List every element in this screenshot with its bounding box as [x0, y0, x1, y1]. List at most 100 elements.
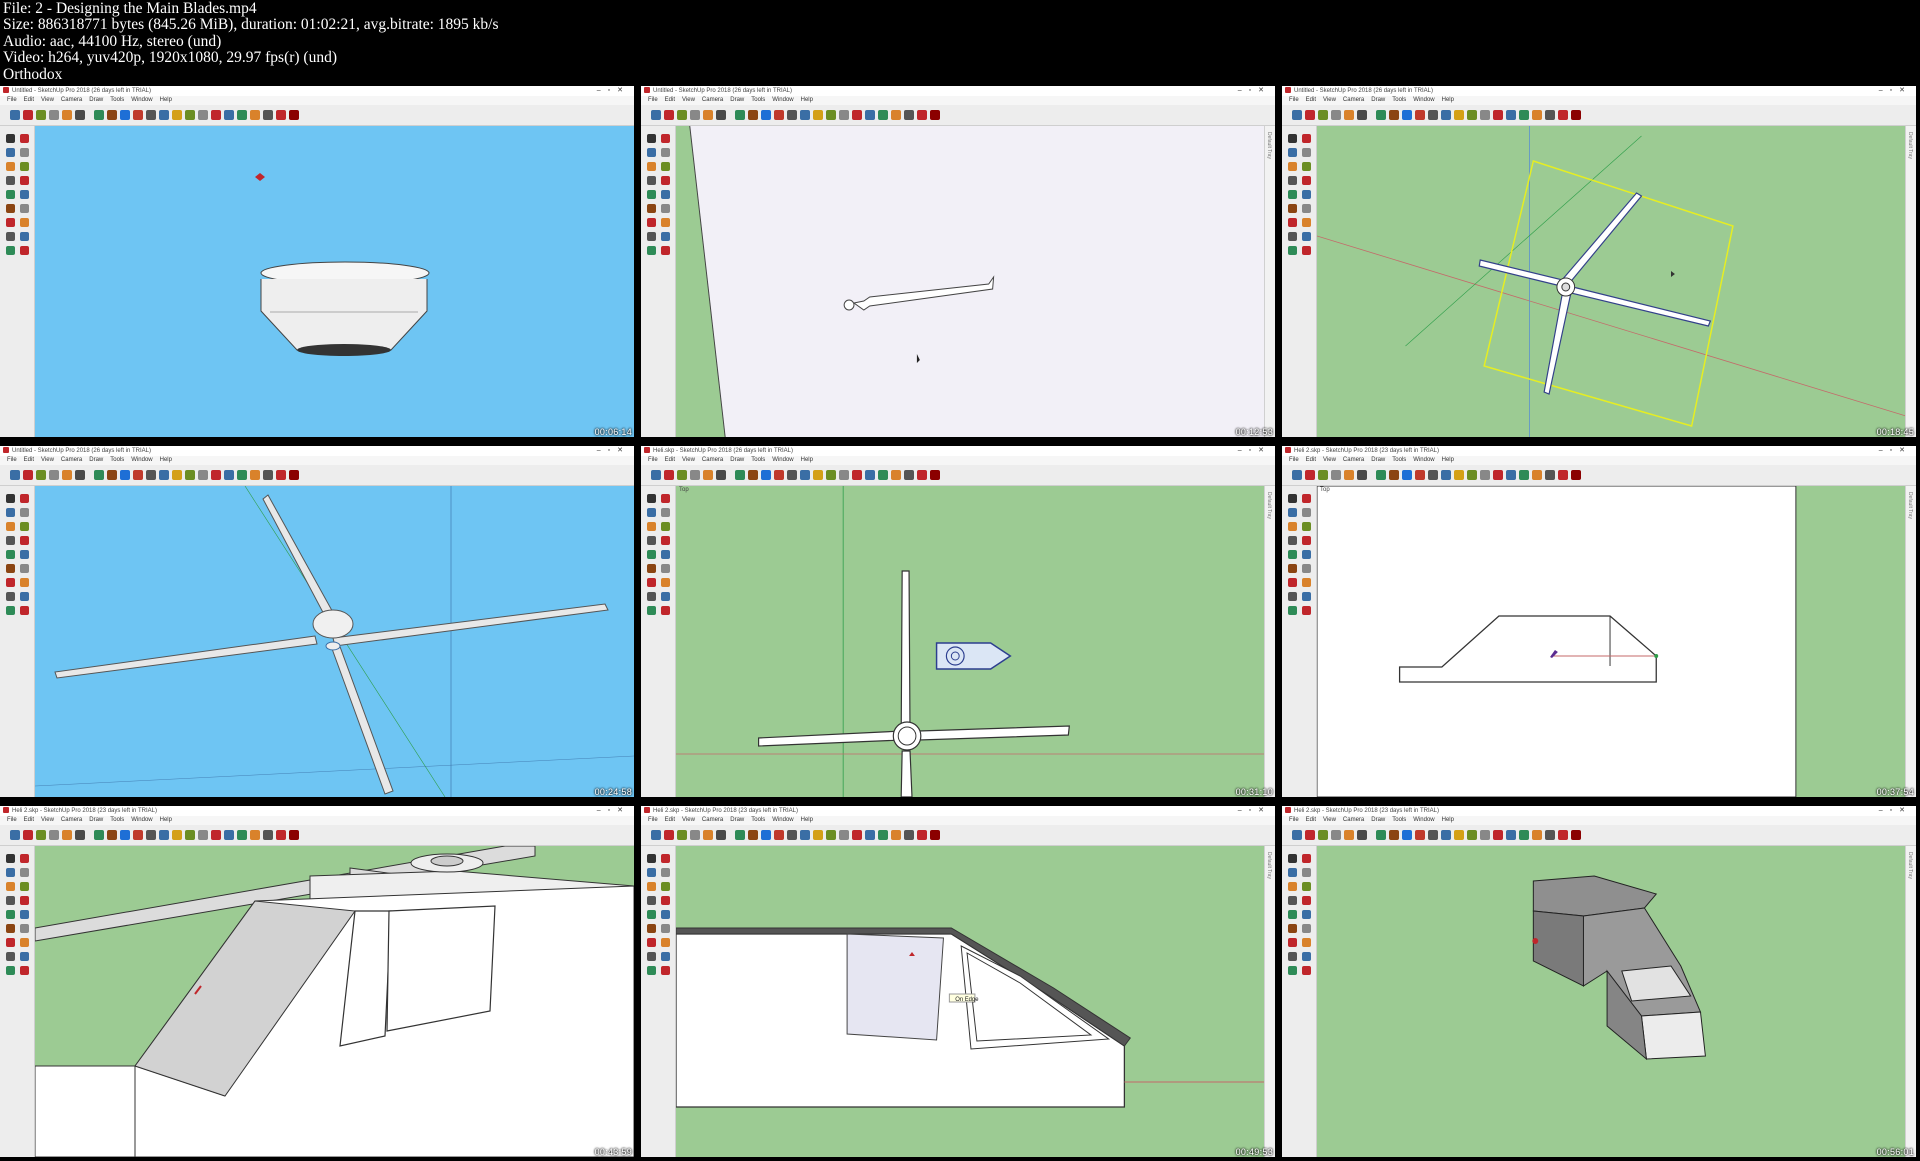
3d-viewport[interactable]: On Edge	[676, 846, 1265, 1157]
menu-item[interactable]: Camera	[61, 817, 82, 823]
toolbar-tool-icon[interactable]	[1454, 470, 1464, 480]
side-tool-icon[interactable]	[20, 606, 29, 615]
toolbar-tool-icon[interactable]	[787, 830, 797, 840]
menu-item[interactable]: Window	[1413, 457, 1434, 463]
toolbar-tool-icon[interactable]	[159, 830, 169, 840]
side-tool-icon[interactable]	[647, 148, 656, 157]
side-tool-icon[interactable]	[661, 564, 670, 573]
side-tool-icon[interactable]	[1302, 938, 1311, 947]
side-tool-icon[interactable]	[20, 578, 29, 587]
toolbar-tool-icon[interactable]	[826, 110, 836, 120]
toolbar-tool-icon[interactable]	[185, 830, 195, 840]
toolbar-tool-icon[interactable]	[1331, 470, 1341, 480]
toolbar-tool-icon[interactable]	[49, 830, 59, 840]
menu-item[interactable]: Tools	[110, 457, 124, 463]
side-tool-icon[interactable]	[1302, 896, 1311, 905]
side-tool-icon[interactable]	[6, 536, 15, 545]
toolbar-tool-icon[interactable]	[735, 470, 745, 480]
menu-item[interactable]: Window	[772, 817, 793, 823]
side-tool-icon[interactable]	[1302, 134, 1311, 143]
side-tool-icon[interactable]	[20, 508, 29, 517]
side-tool-icon[interactable]	[1288, 896, 1297, 905]
toolbar-tool-icon[interactable]	[826, 470, 836, 480]
toolbar-tool-icon[interactable]	[703, 110, 713, 120]
side-tool-icon[interactable]	[6, 218, 15, 227]
side-tool-icon[interactable]	[6, 190, 15, 199]
menu-item[interactable]: View	[682, 457, 695, 463]
toolbar-tool-icon[interactable]	[826, 830, 836, 840]
side-tool-icon[interactable]	[661, 536, 670, 545]
side-tool-icon[interactable]	[661, 508, 670, 517]
toolbar-tool-icon[interactable]	[800, 110, 810, 120]
toolbar-tool-icon[interactable]	[224, 110, 234, 120]
toolbar-tool-icon[interactable]	[1331, 110, 1341, 120]
toolbar-tool-icon[interactable]	[1389, 830, 1399, 840]
side-tool-icon[interactable]	[20, 536, 29, 545]
toolbar-tool-icon[interactable]	[250, 470, 260, 480]
toolbar-tool-icon[interactable]	[930, 110, 940, 120]
menu-item[interactable]: Draw	[1371, 457, 1385, 463]
menu-item[interactable]: Camera	[61, 457, 82, 463]
side-tool-icon[interactable]	[1288, 564, 1297, 573]
toolbar-tool-icon[interactable]	[120, 830, 130, 840]
side-tool-icon[interactable]	[6, 508, 15, 517]
toolbar-tool-icon[interactable]	[664, 830, 674, 840]
menu-item[interactable]: File	[7, 457, 17, 463]
toolbar-tool-icon[interactable]	[1571, 470, 1581, 480]
menu-item[interactable]: File	[7, 97, 17, 103]
side-tool-icon[interactable]	[1288, 134, 1297, 143]
menu-item[interactable]: Draw	[89, 97, 103, 103]
window-controls[interactable]: –▫✕	[1238, 806, 1271, 816]
side-tool-icon[interactable]	[20, 924, 29, 933]
toolbar-tool-icon[interactable]	[703, 470, 713, 480]
side-tool-icon[interactable]	[20, 190, 29, 199]
toolbar-tool-icon[interactable]	[1428, 830, 1438, 840]
side-tool-icon[interactable]	[6, 578, 15, 587]
default-tray-tab[interactable]: Default Tray	[1264, 846, 1275, 1157]
toolbar-tool-icon[interactable]	[1305, 110, 1315, 120]
toolbar-tool-icon[interactable]	[198, 470, 208, 480]
toolbar-tool-icon[interactable]	[36, 110, 46, 120]
side-tool-icon[interactable]	[1288, 966, 1297, 975]
side-tool-icon[interactable]	[1302, 162, 1311, 171]
menu-item[interactable]: Help	[160, 817, 172, 823]
toolbar-tool-icon[interactable]	[1519, 470, 1529, 480]
toolbar-tool-icon[interactable]	[1454, 110, 1464, 120]
3d-viewport[interactable]	[1317, 846, 1906, 1157]
side-tool-icon[interactable]	[1288, 494, 1297, 503]
toolbar-tool-icon[interactable]	[94, 110, 104, 120]
side-tool-icon[interactable]	[647, 246, 656, 255]
side-tool-icon[interactable]	[1288, 204, 1297, 213]
toolbar-tool-icon[interactable]	[716, 470, 726, 480]
toolbar-tool-icon[interactable]	[852, 470, 862, 480]
toolbar-tool-icon[interactable]	[23, 470, 33, 480]
side-tool-icon[interactable]	[20, 176, 29, 185]
menu-item[interactable]: Draw	[730, 457, 744, 463]
menu-item[interactable]: Help	[160, 457, 172, 463]
menu-item[interactable]: View	[1323, 817, 1336, 823]
toolbar-tool-icon[interactable]	[1454, 830, 1464, 840]
menu-item[interactable]: Edit	[1306, 457, 1316, 463]
side-tool-icon[interactable]	[1288, 148, 1297, 157]
menu-item[interactable]: Help	[1442, 97, 1454, 103]
toolbar-tool-icon[interactable]	[690, 830, 700, 840]
menu-item[interactable]: Help	[801, 97, 813, 103]
side-tool-icon[interactable]	[647, 910, 656, 919]
menu-item[interactable]: Edit	[665, 457, 675, 463]
side-tool-icon[interactable]	[6, 938, 15, 947]
menu-item[interactable]: File	[7, 817, 17, 823]
toolbar-tool-icon[interactable]	[211, 470, 221, 480]
side-tool-icon[interactable]	[6, 564, 15, 573]
toolbar-tool-icon[interactable]	[1292, 470, 1302, 480]
toolbar-tool-icon[interactable]	[1305, 470, 1315, 480]
toolbar-tool-icon[interactable]	[865, 830, 875, 840]
side-tool-icon[interactable]	[20, 162, 29, 171]
side-tool-icon[interactable]	[1288, 218, 1297, 227]
menu-item[interactable]: View	[1323, 97, 1336, 103]
side-tool-icon[interactable]	[661, 148, 670, 157]
toolbar-tool-icon[interactable]	[1545, 830, 1555, 840]
side-tool-icon[interactable]	[1302, 232, 1311, 241]
side-tool-icon[interactable]	[661, 910, 670, 919]
toolbar-tool-icon[interactable]	[289, 470, 299, 480]
side-tool-icon[interactable]	[6, 494, 15, 503]
